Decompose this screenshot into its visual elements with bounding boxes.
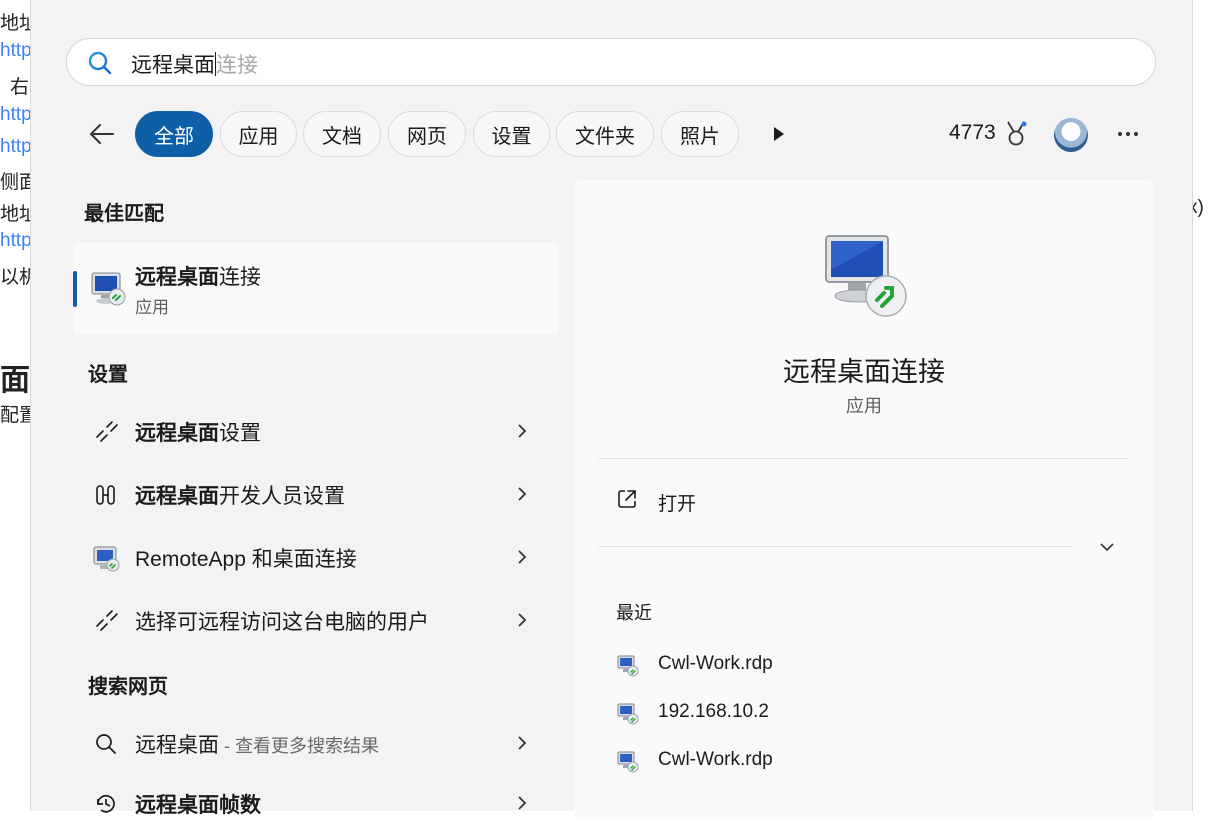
result-remote-desktop-developer-settings[interactable]: 远程桌面开发人员设置 (73, 466, 559, 522)
rewards-points: 4773 (949, 121, 996, 144)
result-label-rest: 设置 (219, 422, 261, 445)
remote-settings-icon (96, 421, 118, 442)
recent-item-label: Cwl-Work.rdp (658, 749, 773, 770)
recent-heading: 最近 (616, 603, 652, 623)
rdp-file-icon (617, 751, 639, 773)
result-label: 选择可远程访问这台电脑的用户 (135, 606, 429, 636)
open-external-icon (618, 490, 636, 508)
result-label: 远程桌面 - 查看更多搜索结果 (135, 729, 379, 759)
result-label-bold: 远程桌面帧数 (135, 794, 261, 817)
developer-tools-icon (96, 485, 115, 505)
search-input[interactable]: 远程桌面连接 (66, 38, 1156, 86)
search-icon (88, 51, 112, 75)
result-label-rest: 开发人员设置 (219, 485, 345, 508)
section-best-match: 最佳匹配 (84, 203, 164, 225)
search-panel: 远程桌面连接 全部 应用 文档 网页 设置 文件夹 照片 4773 最佳匹配 远… (30, 0, 1193, 820)
search-icon (96, 734, 116, 754)
result-select-remote-users[interactable]: 选择可远程访问这台电脑的用户 (73, 592, 559, 648)
result-hint: - 查看更多搜索结果 (219, 736, 379, 756)
divider (598, 546, 1072, 547)
search-autocomplete: 连接 (216, 54, 258, 77)
recent-item[interactable]: 192.168.10.2 (598, 692, 1129, 732)
chevron-right-icon (518, 796, 527, 810)
background-document-right (1192, 0, 1218, 811)
result-web-search-history[interactable]: 远程桌面帧数 (73, 775, 559, 831)
chevron-right-icon (518, 487, 527, 501)
selection-indicator (73, 271, 77, 307)
chevron-down-icon[interactable] (1098, 540, 1116, 554)
divider (598, 458, 1129, 459)
best-match-subtitle: 应用 (135, 298, 169, 317)
preview-subtitle: 应用 (846, 396, 882, 416)
result-label: 远程桌面设置 (135, 417, 261, 447)
result-label: 远程桌面开发人员设置 (135, 480, 345, 510)
bg-link: http (0, 40, 30, 61)
remoteapp-icon (93, 546, 120, 572)
bg-link: http (0, 104, 30, 125)
chevron-right-icon (518, 613, 527, 627)
bg-heading: 面边 (0, 364, 30, 397)
more-options-icon[interactable] (1117, 122, 1139, 146)
history-icon (97, 794, 115, 813)
remote-desktop-app-icon (825, 235, 907, 317)
preview-title: 远程桌面连接 (783, 357, 945, 387)
best-match-title: 远程桌面连接 (135, 261, 261, 291)
result-label: 远程桌面帧数 (135, 789, 261, 819)
remote-desktop-icon (91, 272, 126, 306)
filter-documents[interactable]: 文档 (303, 111, 381, 157)
filter-settings[interactable]: 设置 (473, 111, 550, 157)
bg-text: 配置 (0, 405, 30, 426)
section-settings: 设置 (88, 364, 128, 386)
filter-photos[interactable]: 照片 (661, 111, 739, 157)
back-arrow-icon[interactable] (87, 118, 117, 150)
bg-text: 右 (10, 77, 30, 98)
background-document: 地址 http 右 http http 侧面 地址 http 以机 面边 配置 (0, 0, 30, 811)
result-remote-desktop-settings[interactable]: 远程桌面设置 (73, 403, 559, 459)
recent-item-label: 192.168.10.2 (658, 701, 769, 722)
more-filters-arrow-icon[interactable] (771, 124, 787, 144)
result-label-bold: 远程桌面 (135, 485, 219, 508)
rewards-medal-icon[interactable] (1004, 120, 1028, 148)
open-label: 打开 (658, 494, 697, 515)
bg-text: 以机 (0, 267, 30, 288)
result-web-search-remote-desktop[interactable]: 远程桌面 - 查看更多搜索结果 (73, 715, 559, 771)
result-remoteapp-desktop-connections[interactable]: RemoteApp 和桌面连接 (73, 529, 559, 585)
search-typed-text: 远程桌面 (131, 54, 215, 77)
recent-item-label: Cwl-Work.rdp (658, 653, 773, 674)
bg-text: 地址 (0, 204, 30, 225)
rdp-file-icon (617, 655, 639, 677)
search-query: 远程桌面连接 (131, 49, 258, 79)
chevron-right-icon (518, 736, 527, 750)
open-button[interactable]: 打开 (598, 478, 1129, 524)
best-match-title-bold: 远程桌面 (135, 266, 219, 289)
remote-settings-icon (96, 610, 118, 631)
rdp-file-icon (617, 703, 639, 725)
result-label-rest: RemoteApp 和桌面连接 (135, 548, 357, 571)
preview-pane: 远程桌面连接 应用 打开 最近 Cwl-Work.rdp 192.168.10.… (574, 180, 1154, 820)
recent-item[interactable]: Cwl-Work.rdp (598, 644, 1129, 684)
bg-link: http (0, 230, 30, 251)
bg-text: 地址 (0, 13, 30, 34)
filter-all[interactable]: 全部 (135, 111, 213, 157)
chevron-right-icon (518, 424, 527, 438)
section-web-search: 搜索网页 (88, 676, 168, 698)
chevron-right-icon (518, 550, 527, 564)
result-label: RemoteApp 和桌面连接 (135, 543, 357, 573)
result-label-rest: 远程桌面 (135, 734, 219, 757)
result-label-bold: 远程桌面 (135, 422, 219, 445)
result-label-rest: 选择可远程访问这台电脑的用户 (135, 611, 429, 634)
best-match-remote-desktop[interactable]: 远程桌面连接 应用 (73, 243, 559, 335)
avatar[interactable] (1054, 118, 1088, 152)
bg-text: 侧面 (0, 172, 30, 193)
filter-apps[interactable]: 应用 (220, 111, 297, 157)
bg-link: http (0, 136, 30, 157)
recent-item[interactable]: Cwl-Work.rdp (598, 740, 1129, 780)
best-match-title-rest: 连接 (219, 266, 261, 289)
filter-folders[interactable]: 文件夹 (556, 111, 654, 157)
filter-web[interactable]: 网页 (388, 111, 466, 157)
